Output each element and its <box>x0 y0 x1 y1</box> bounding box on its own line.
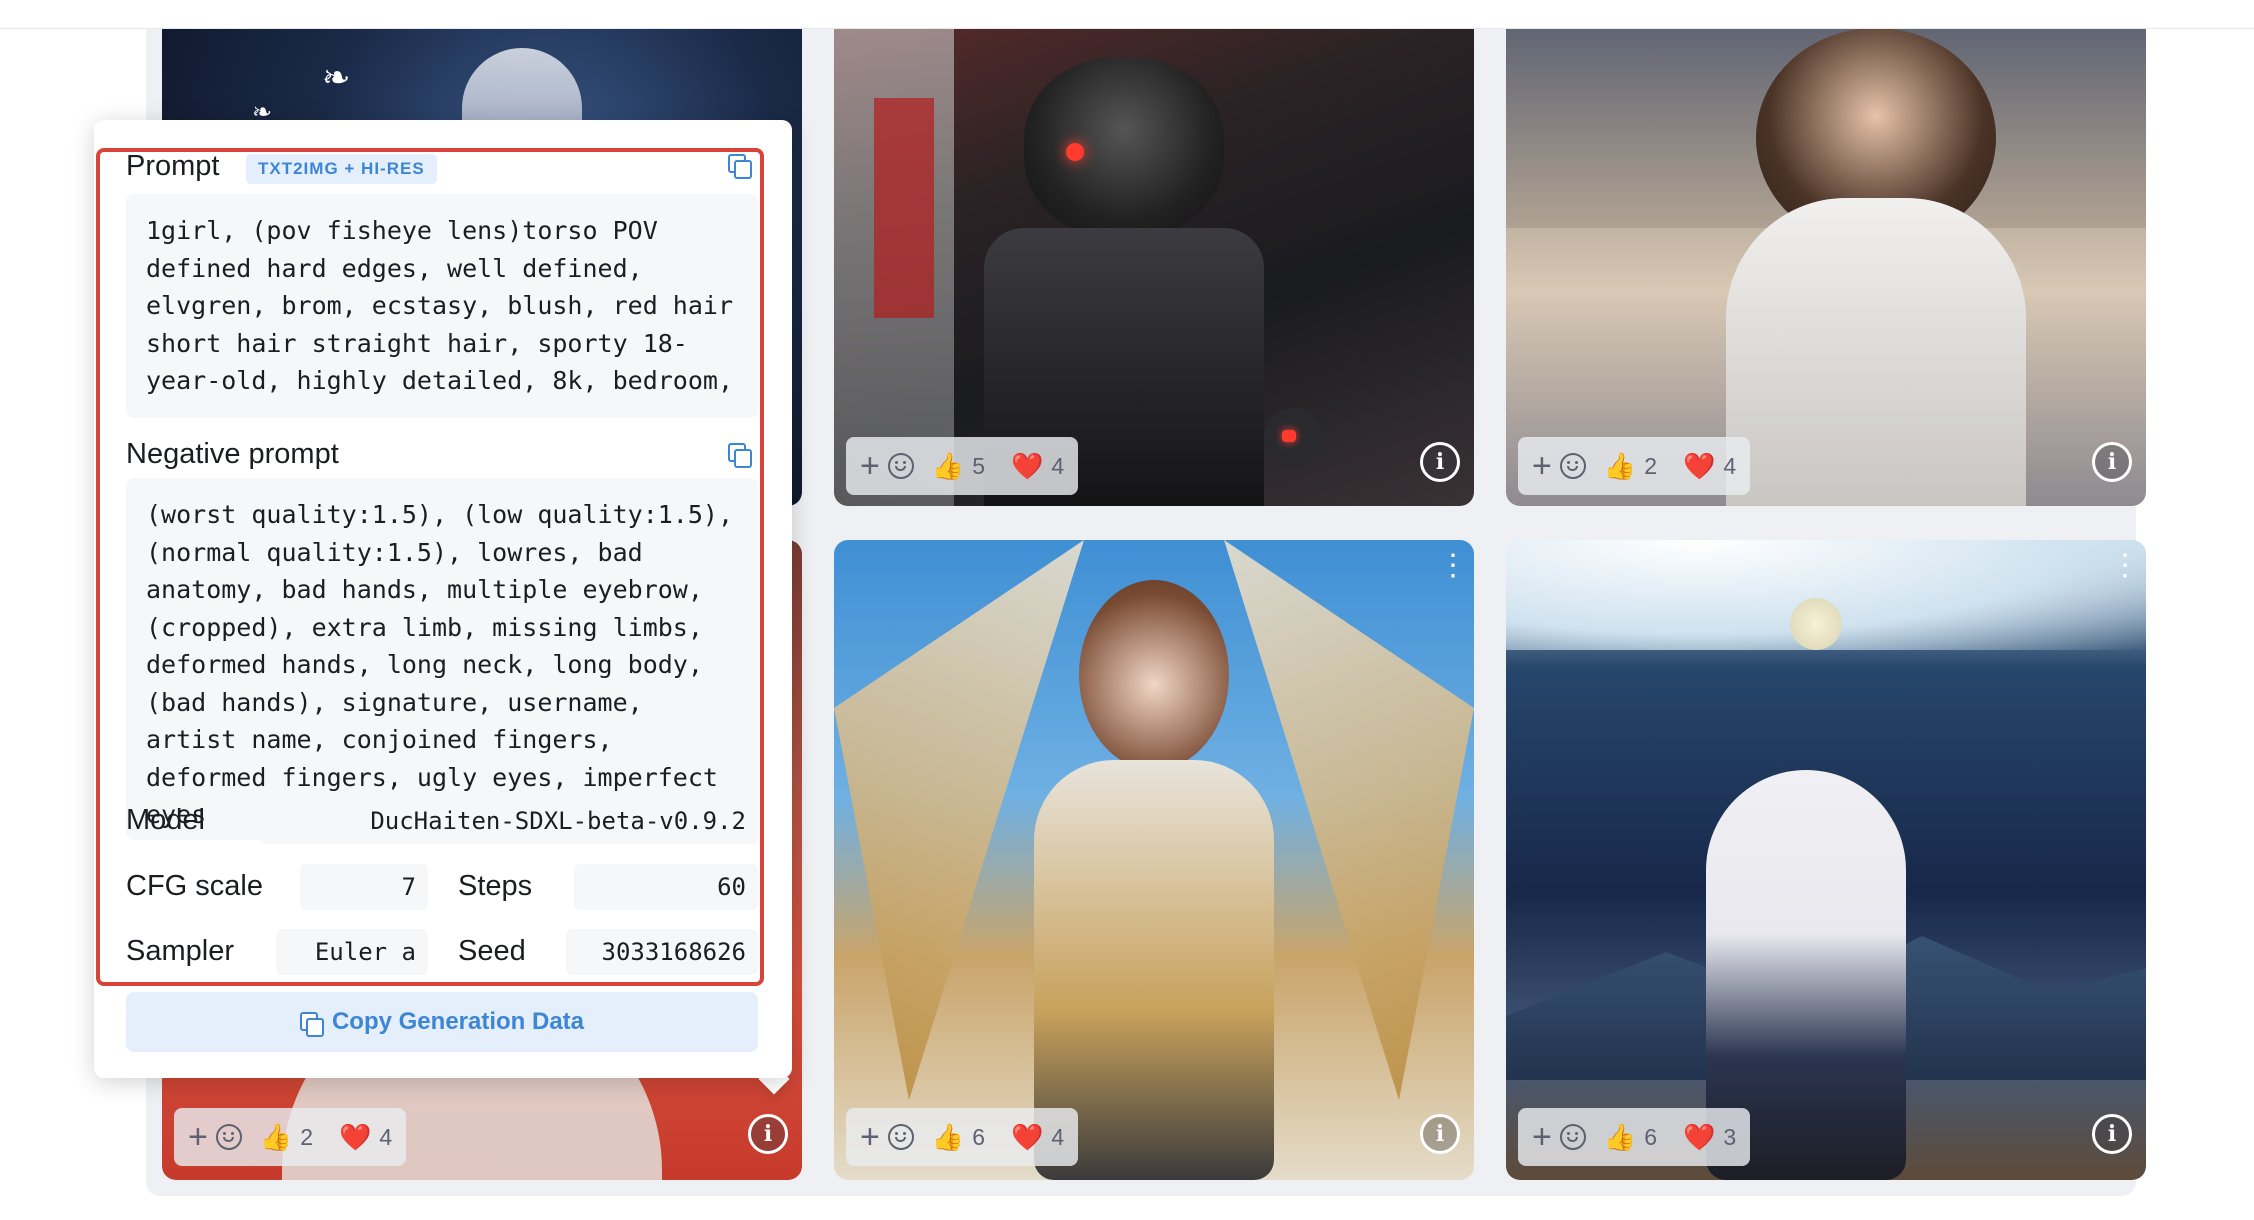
heart-count: 4 <box>1723 452 1737 479</box>
gallery-card-5[interactable]: ⋮ + 👍 6 ❤️ 4 i <box>834 540 1474 1180</box>
thumbs-up-icon[interactable]: 👍 <box>260 1122 292 1153</box>
reaction-bar: + 👍 6 ❤️ 4 <box>846 1108 1079 1166</box>
copy-prompt-icon[interactable] <box>728 154 752 179</box>
copy-generation-data-button[interactable]: Copy Generation Data <box>126 992 758 1052</box>
heart-count: 4 <box>1051 1123 1065 1150</box>
add-reaction-icon[interactable]: + <box>188 1120 208 1154</box>
more-options-icon[interactable]: ⋮ <box>1438 551 1468 581</box>
info-icon[interactable]: i <box>1420 1114 1460 1154</box>
add-reaction-icon[interactable]: + <box>1532 449 1552 483</box>
thumbs-up-icon[interactable]: 👍 <box>1604 451 1636 482</box>
info-icon[interactable]: i <box>2092 442 2132 482</box>
moon-detail <box>1790 598 1842 650</box>
add-reaction-icon[interactable]: + <box>860 449 880 483</box>
reaction-bar: + 👍 2 ❤️ 4 <box>174 1108 407 1166</box>
thumbs-up-icon[interactable]: 👍 <box>932 451 964 482</box>
more-options-icon[interactable]: ⋮ <box>2110 551 2140 581</box>
angel-head <box>1079 580 1229 770</box>
gallery-card-6[interactable]: ⋮ + 👍 6 ❤️ 3 i <box>1506 540 2146 1180</box>
negative-prompt-text[interactable]: (worst quality:1.5), (low quality:1.5), … <box>126 478 758 840</box>
thumbs-count: 6 <box>972 1123 986 1150</box>
info-icon[interactable]: i <box>1420 442 1460 482</box>
thumbs-up-icon[interactable]: 👍 <box>1604 1122 1636 1153</box>
seed-label: Seed <box>458 935 526 967</box>
smiley-icon[interactable] <box>1559 453 1586 479</box>
cfg-scale-value: 7 <box>300 864 428 910</box>
add-reaction-icon[interactable]: + <box>1532 1120 1552 1154</box>
thumbs-up-icon[interactable]: 👍 <box>932 1122 964 1153</box>
heart-icon[interactable]: ❤️ <box>1011 1122 1043 1153</box>
thumbs-count: 2 <box>1644 452 1658 479</box>
butterfly-icon: ❧ <box>322 59 351 97</box>
top-bar <box>0 0 2254 29</box>
info-icon[interactable]: i <box>748 1114 788 1154</box>
copy-generation-data-label: Copy Generation Data <box>331 1008 585 1035</box>
thumbs-count: 2 <box>300 1123 314 1150</box>
copy-negative-prompt-icon[interactable] <box>728 443 752 468</box>
sampler-label: Sampler <box>126 935 234 967</box>
thumbs-count: 6 <box>1644 1123 1658 1150</box>
smiley-icon[interactable] <box>887 453 914 479</box>
copy-icon <box>299 1012 324 1037</box>
heart-icon[interactable]: ❤️ <box>1011 451 1043 482</box>
gallery-card-2[interactable]: + 👍 5 ❤️ 4 i <box>834 28 1474 506</box>
reaction-bar: + 👍 5 ❤️ 4 <box>846 437 1079 495</box>
prompt-text[interactable]: 1girl, (pov fisheye lens)torso POV defin… <box>126 194 758 418</box>
heart-icon[interactable]: ❤️ <box>339 1122 371 1153</box>
white-shirt-detail <box>1726 198 2026 506</box>
negative-prompt-label: Negative prompt <box>126 438 339 470</box>
heart-count: 3 <box>1723 1123 1737 1150</box>
smiley-icon[interactable] <box>887 1124 914 1150</box>
red-visor-light <box>1282 430 1296 442</box>
add-reaction-icon[interactable]: + <box>860 1120 880 1154</box>
steps-label: Steps <box>458 870 533 902</box>
heart-count: 4 <box>1051 452 1065 479</box>
seed-value: 3033168626 <box>566 929 758 975</box>
steps-value: 60 <box>574 864 758 910</box>
cfg-scale-label: CFG scale <box>126 870 263 902</box>
red-eye-light <box>1066 143 1084 161</box>
heart-icon[interactable]: ❤️ <box>1683 451 1715 482</box>
model-value: DucHaiten-SDXL-beta-v0.9.2 <box>260 798 758 844</box>
smiley-icon[interactable] <box>1559 1124 1586 1150</box>
reaction-bar: + 👍 2 ❤️ 4 <box>1518 437 1751 495</box>
generation-type-badge: TXT2IMG + HI-RES <box>246 154 437 184</box>
heart-count: 4 <box>379 1123 393 1150</box>
info-icon[interactable]: i <box>2092 1114 2132 1154</box>
gallery-card-3[interactable]: + 👍 2 ❤️ 4 i <box>1506 28 2146 506</box>
heart-icon[interactable]: ❤️ <box>1683 1122 1715 1153</box>
reaction-bar: + 👍 6 ❤️ 3 <box>1518 1108 1751 1166</box>
blood-splatter-detail <box>874 98 934 318</box>
sampler-value: Euler a <box>276 929 428 975</box>
thumbs-count: 5 <box>972 452 986 479</box>
model-label: Model <box>126 804 205 836</box>
soldier-helmet <box>1024 58 1224 238</box>
smiley-icon[interactable] <box>215 1124 242 1150</box>
prompt-label: Prompt <box>126 150 220 182</box>
